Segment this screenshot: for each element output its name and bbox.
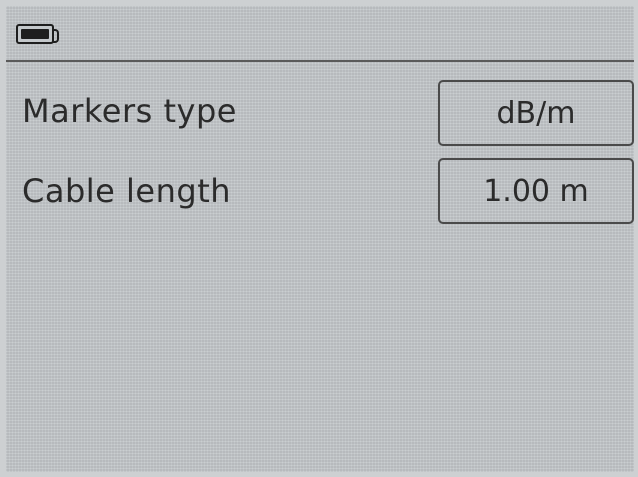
cable-length-label: Cable length — [22, 172, 232, 210]
setting-row-cable-length: Cable length 1.00 m — [6, 158, 634, 228]
device-screen: Markers type dB/m Cable length 1.00 m — [6, 6, 634, 472]
setting-row-markers-type: Markers type dB/m — [6, 78, 634, 148]
cable-length-value-button[interactable]: 1.00 m — [438, 158, 634, 224]
battery-fill — [21, 29, 49, 39]
battery-tip — [53, 29, 59, 43]
battery-icon — [16, 24, 59, 44]
markers-type-label: Markers type — [22, 92, 237, 130]
markers-type-value-button[interactable]: dB/m — [438, 80, 634, 146]
status-bar — [6, 6, 634, 62]
battery-body — [16, 24, 54, 44]
